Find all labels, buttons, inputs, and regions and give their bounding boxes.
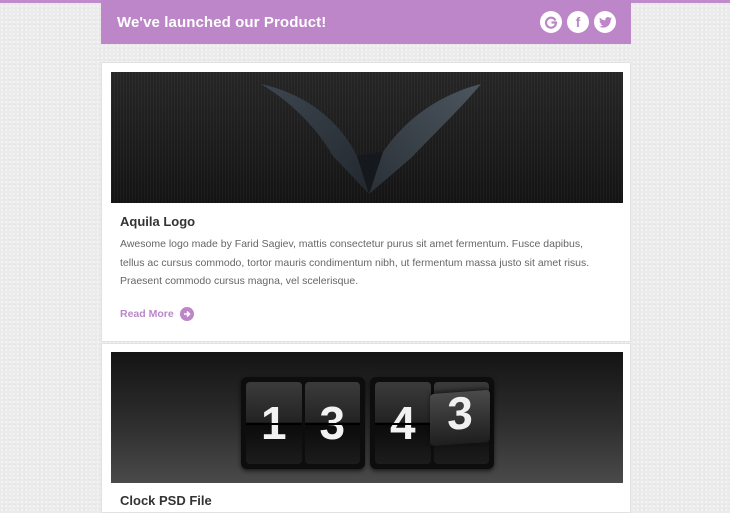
newsletter-header: We've launched our Product! f (101, 0, 631, 44)
flip-digit: 4 (375, 382, 431, 464)
facebook-icon[interactable]: f (567, 11, 589, 33)
aquila-logo-mark (261, 84, 481, 194)
social-links: f (540, 11, 616, 33)
post-title[interactable]: Clock PSD File (120, 493, 212, 508)
post-card-clock: 1 3 4 3 3 Clock PSD File (101, 343, 631, 513)
post-card-aquila: Aquila Logo Awesome logo made by Farid S… (101, 62, 631, 342)
header-title: We've launched our Product! (117, 13, 327, 31)
flipping-card: 3 (430, 389, 490, 447)
google-icon[interactable] (540, 11, 562, 33)
flip-clock-hours: 1 3 (241, 377, 365, 469)
flip-digit: 1 (246, 382, 302, 464)
read-more-link[interactable]: Read More (120, 307, 194, 321)
flip-digit: 3 (304, 382, 360, 464)
flipping-digit: 3 (447, 389, 473, 440)
facebook-glyph: f (575, 14, 581, 30)
post-description: Awesome logo made by Farid Sagiev, matti… (120, 238, 590, 287)
aquila-logo-image (111, 72, 623, 203)
read-more-label: Read More (120, 308, 174, 320)
arrow-right-icon (179, 307, 194, 321)
twitter-icon[interactable] (594, 11, 616, 33)
clock-image: 1 3 4 3 3 (111, 352, 623, 483)
post-title[interactable]: Aquila Logo (120, 214, 195, 229)
